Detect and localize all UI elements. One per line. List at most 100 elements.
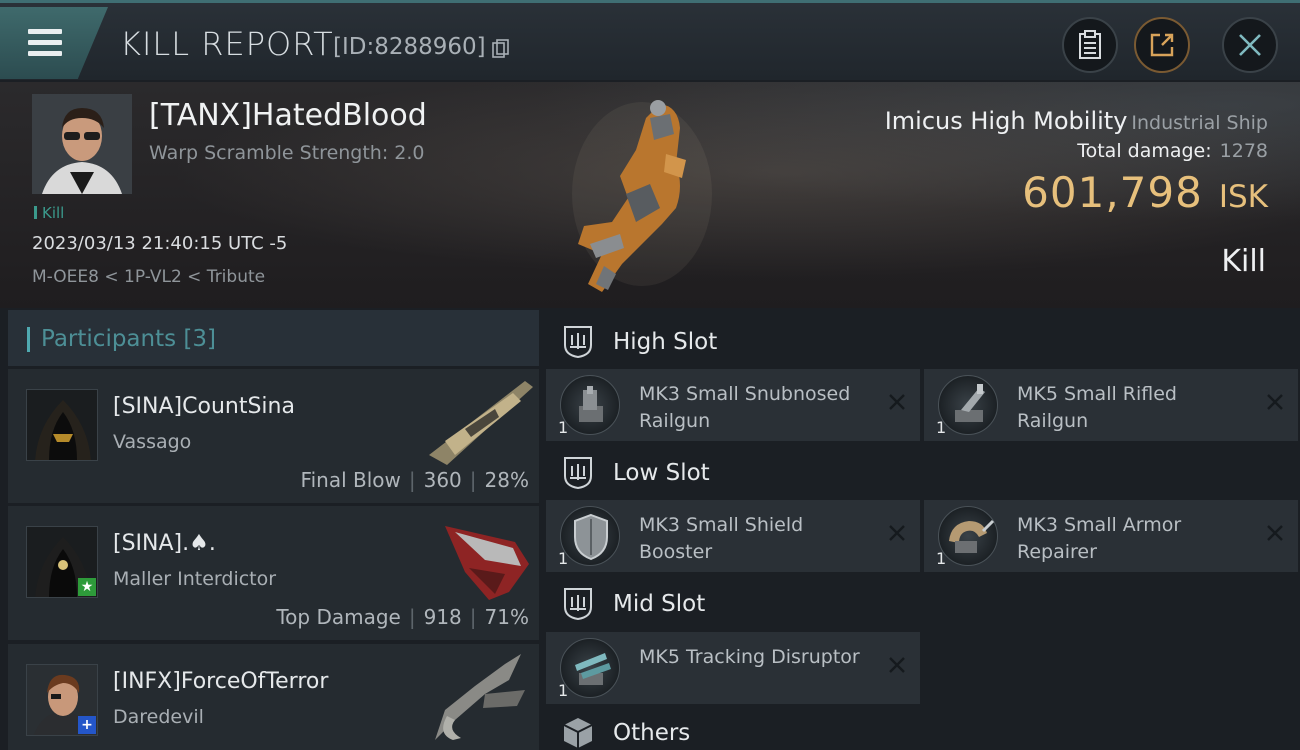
participant-row[interactable]: [SINA]CountSina Vassago Final Blow | 360 | 2… [8,369,539,503]
participant-name[interactable]: [SINA].♠. [113,531,216,556]
copy-icon[interactable] [492,39,510,59]
module-name: MK3 Small Snubnosed Railgun [639,383,851,432]
total-damage: Total damage: 1278 [1077,140,1268,162]
participant-ship: Maller Interdictor [113,568,277,590]
victim-ship-image [572,100,712,292]
module-item[interactable]: 1 MK5 Tracking Disruptor [546,632,920,704]
close-icon[interactable] [888,656,906,674]
others-label: Others [613,720,691,746]
participant-stats: Final Blow | 360 | 28% [301,468,529,492]
participant-damage: 360 [423,468,462,492]
participant-damage: 918 [423,605,462,629]
stats-divider: | [408,605,416,629]
high-slot-icon [564,326,592,359]
low-slot-icon [564,457,592,490]
participant-percent: 28% [484,468,529,492]
participant-ship-image [429,381,533,465]
cube-icon [563,718,593,748]
close-icon[interactable] [888,393,906,411]
participant-ship: Vassago [113,431,192,453]
page-title: KILL REPORT [120,25,334,63]
module-item[interactable]: 1 MK3 Small Armor Repairer [924,500,1298,572]
mid-slot-header: Mid Slot [546,575,1298,633]
kill-outcome: Kill [1221,244,1266,279]
close-icon[interactable] [1266,524,1284,542]
armor-repairer-icon [938,506,998,566]
module-quantity: 1 [558,418,569,437]
plus-badge-icon: + [78,716,96,734]
menu-icon [28,29,62,34]
menu-button[interactable] [0,7,108,79]
stats-divider: | [469,468,477,492]
menu-icon-bar [28,40,62,45]
total-damage-label: Total damage: [1077,140,1212,162]
close-icon [1239,34,1261,56]
isk-unit: ISK [1218,179,1268,215]
module-quantity: 1 [558,681,569,700]
low-slot-header: Low Slot [546,444,1298,502]
kill-location: M-OEE8 < 1P-VL2 < Tribute [32,267,266,287]
victim-name[interactable]: [TANX]HatedBlood [149,98,427,133]
top-bar: KILL REPORT [ID:8288960] [0,0,1300,80]
railgun-icon [560,375,620,435]
ship-class: Industrial Ship [1131,112,1268,134]
module-item[interactable]: 1 MK3 Small Snubnosed Railgun [546,369,920,441]
share-icon [1150,33,1174,57]
module-name: MK5 Small Rifled Railgun [1017,383,1177,432]
victim-ship: Imicus High Mobility Industrial Ship [885,107,1268,135]
isk-loss: 601,798 ISK [1022,168,1268,217]
warp-scramble-strength: Warp Scramble Strength: 2.0 [149,142,425,164]
mid-slot-icon [564,588,592,621]
module-quantity: 1 [936,549,947,568]
railgun-icon [938,375,998,435]
high-slot-label: High Slot [613,329,718,355]
star-badge-icon: ★ [78,578,96,596]
participant-row[interactable]: + [INFX]ForceOfTerror Daredevil [8,644,539,750]
participant-name[interactable]: [SINA]CountSina [113,394,295,419]
participant-name[interactable]: [INFX]ForceOfTerror [113,669,328,694]
high-slot-header: High Slot [546,313,1298,371]
victim-avatar [32,94,132,194]
stats-divider: | [469,605,477,629]
isk-value: 601,798 [1022,168,1203,217]
module-item[interactable]: 1 MK3 Small Shield Booster [546,500,920,572]
close-icon[interactable] [888,524,906,542]
module-quantity: 1 [936,418,947,437]
kill-tag: Kill [34,204,64,222]
participants-header: Participants [3] [8,310,539,366]
participant-ship-image [435,654,525,740]
participant-avatar: ★ [26,526,98,598]
module-name: MK3 Small Shield Booster [639,514,804,563]
participant-avatar: + [26,664,98,736]
participant-row[interactable]: ★ [SINA].♠. Maller Interdictor Top Damag… [8,506,539,640]
others-header: Others [546,706,1298,750]
module-item[interactable]: 1 MK5 Small Rifled Railgun [924,369,1298,441]
participant-stats: Top Damage | 918 | 71% [276,605,529,629]
close-button[interactable] [1222,17,1278,73]
participants-label: Participants [3] [41,326,216,352]
module-quantity: 1 [558,549,569,568]
mid-slot-label: Mid Slot [613,591,706,617]
participants-accent [27,327,30,352]
clipboard-button[interactable] [1062,17,1118,73]
module-name: MK5 Tracking Disruptor [639,646,860,668]
victim-panel: [TANX]HatedBlood Warp Scramble Strength:… [0,82,1300,308]
menu-icon-bar [28,51,62,56]
stats-divider: | [408,468,416,492]
participant-ship: Daredevil [113,706,204,728]
participant-role: Final Blow [300,468,401,492]
participant-avatar [26,389,98,461]
total-damage-value: 1278 [1219,140,1268,162]
clipboard-icon [1079,30,1101,59]
module-name: MK3 Small Armor Repairer [1017,514,1182,563]
close-icon[interactable] [1266,393,1284,411]
participant-role: Top Damage [276,605,401,629]
kill-datetime: 2023/03/13 21:40:15 UTC -5 [32,233,288,254]
participant-ship-image [445,526,529,600]
low-slot-label: Low Slot [613,460,710,486]
participant-percent: 71% [484,605,529,629]
tracking-disruptor-icon [560,638,620,698]
ship-name[interactable]: Imicus High Mobility [885,107,1128,135]
share-button[interactable] [1134,17,1190,73]
report-id: [ID:8288960] [333,34,486,60]
